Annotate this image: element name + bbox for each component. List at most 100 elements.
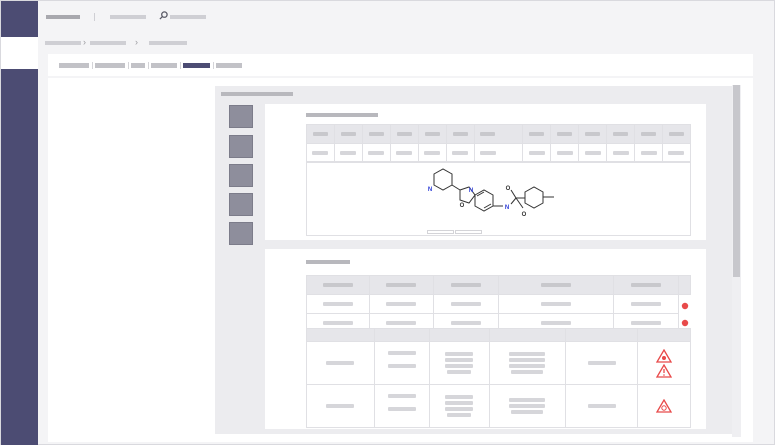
- column-header: [450, 282, 481, 287]
- cell-value: [450, 301, 481, 306]
- remove-icon[interactable]: [681, 319, 689, 327]
- cell-value: [528, 150, 545, 155]
- cell-value: [584, 150, 601, 155]
- tab-strip: [48, 54, 753, 76]
- breadcrumb-item[interactable]: [45, 41, 81, 45]
- cell-value: [540, 320, 571, 325]
- table-row: [306, 294, 691, 314]
- thumbnail[interactable]: [229, 135, 253, 158]
- tab[interactable]: [131, 63, 145, 68]
- cell-value: [479, 150, 496, 155]
- tab-divider: [128, 62, 129, 69]
- svg-text:N: N: [428, 187, 432, 193]
- column-header: [631, 282, 662, 287]
- structure-table: [306, 124, 692, 163]
- svg-text:O: O: [460, 203, 465, 209]
- tab[interactable]: [59, 63, 89, 68]
- column-header: [322, 282, 353, 287]
- detail-panel: N N O N O O: [215, 86, 733, 434]
- column-header: [368, 131, 384, 136]
- cell-value: [668, 150, 685, 155]
- search-icon[interactable]: [159, 11, 169, 21]
- cell-value: [450, 320, 481, 325]
- composition-table: [306, 275, 692, 333]
- panel-title: [221, 92, 293, 96]
- column-header: [613, 131, 629, 136]
- cell-value: [631, 320, 662, 325]
- cell-value: [322, 301, 353, 306]
- remove-icon[interactable]: [681, 302, 689, 310]
- scrollbar-thumb[interactable]: [733, 85, 740, 277]
- viewer-button[interactable]: [455, 230, 482, 234]
- viewer-button[interactable]: [427, 230, 454, 234]
- column-header: [540, 282, 571, 287]
- cell-value: [452, 150, 469, 155]
- cell-value: [424, 150, 441, 155]
- thumbnail[interactable]: [229, 105, 253, 128]
- tab[interactable]: [95, 63, 125, 68]
- thumbnail[interactable]: [229, 222, 253, 245]
- card-title: [306, 113, 378, 117]
- breadcrumb-item[interactable]: [90, 41, 126, 45]
- tab-divider: [148, 62, 149, 69]
- cell-value: [587, 403, 616, 408]
- column-header: [340, 131, 356, 136]
- column-header: [529, 131, 545, 136]
- search-input[interactable]: [170, 15, 206, 19]
- hazard-exclamation-icon: [656, 363, 673, 378]
- cell-value: [387, 351, 416, 355]
- breadcrumb-item: [149, 41, 187, 45]
- svg-text:O: O: [506, 186, 511, 192]
- cell-value: [387, 363, 416, 368]
- svg-text:N: N: [505, 205, 509, 211]
- cell-value: [368, 150, 385, 155]
- tab-divider: [213, 62, 214, 69]
- hazard-explosion-icon: [656, 399, 673, 413]
- column-header: [386, 282, 417, 287]
- main-content: N N O N O O: [48, 78, 753, 442]
- molecule-viewer[interactable]: N N O N O O: [306, 161, 691, 236]
- cell-value: [322, 320, 353, 325]
- column-header: [557, 131, 573, 136]
- column-header: [312, 131, 328, 136]
- cell-value: [386, 301, 417, 306]
- column-header: [424, 131, 440, 136]
- table-row: [306, 341, 691, 385]
- cell-value: [540, 301, 571, 306]
- thumbnail[interactable]: [229, 193, 253, 216]
- top-bar: [38, 1, 774, 34]
- tab-active[interactable]: [183, 63, 210, 68]
- tab-divider: [92, 62, 93, 69]
- column-header: [668, 131, 684, 136]
- chevron-right-icon: ›: [83, 37, 86, 47]
- scrollbar[interactable]: [732, 85, 741, 437]
- table-row: [306, 143, 692, 163]
- topbar-menu[interactable]: [110, 15, 146, 19]
- chevron-right-icon: ›: [135, 37, 138, 47]
- cell-value: [396, 150, 413, 155]
- thumbnail[interactable]: [229, 164, 253, 187]
- hazard-flame-icon: [656, 348, 673, 363]
- cell-value: [612, 150, 629, 155]
- structure-card: N N O N O O: [265, 104, 706, 240]
- tab[interactable]: [151, 63, 177, 68]
- cell-value: [631, 301, 662, 306]
- svg-text:N: N: [469, 188, 473, 194]
- cell-value: [587, 360, 616, 365]
- sidebar-item-active[interactable]: [1, 37, 38, 69]
- cell-value: [640, 150, 657, 155]
- tab[interactable]: [216, 63, 242, 68]
- safety-card: [265, 249, 706, 429]
- table-row: [306, 384, 691, 428]
- card-title: [306, 260, 350, 264]
- topbar-divider: [94, 13, 95, 21]
- cell-value: [326, 403, 355, 408]
- column-header: [641, 131, 656, 136]
- sidebar: [1, 1, 38, 445]
- hazard-table: [306, 328, 691, 428]
- column-header: [396, 131, 412, 136]
- column-header: [585, 131, 601, 136]
- cell-value: [312, 150, 329, 155]
- cell-value: [386, 320, 417, 325]
- cell-value: [556, 150, 573, 155]
